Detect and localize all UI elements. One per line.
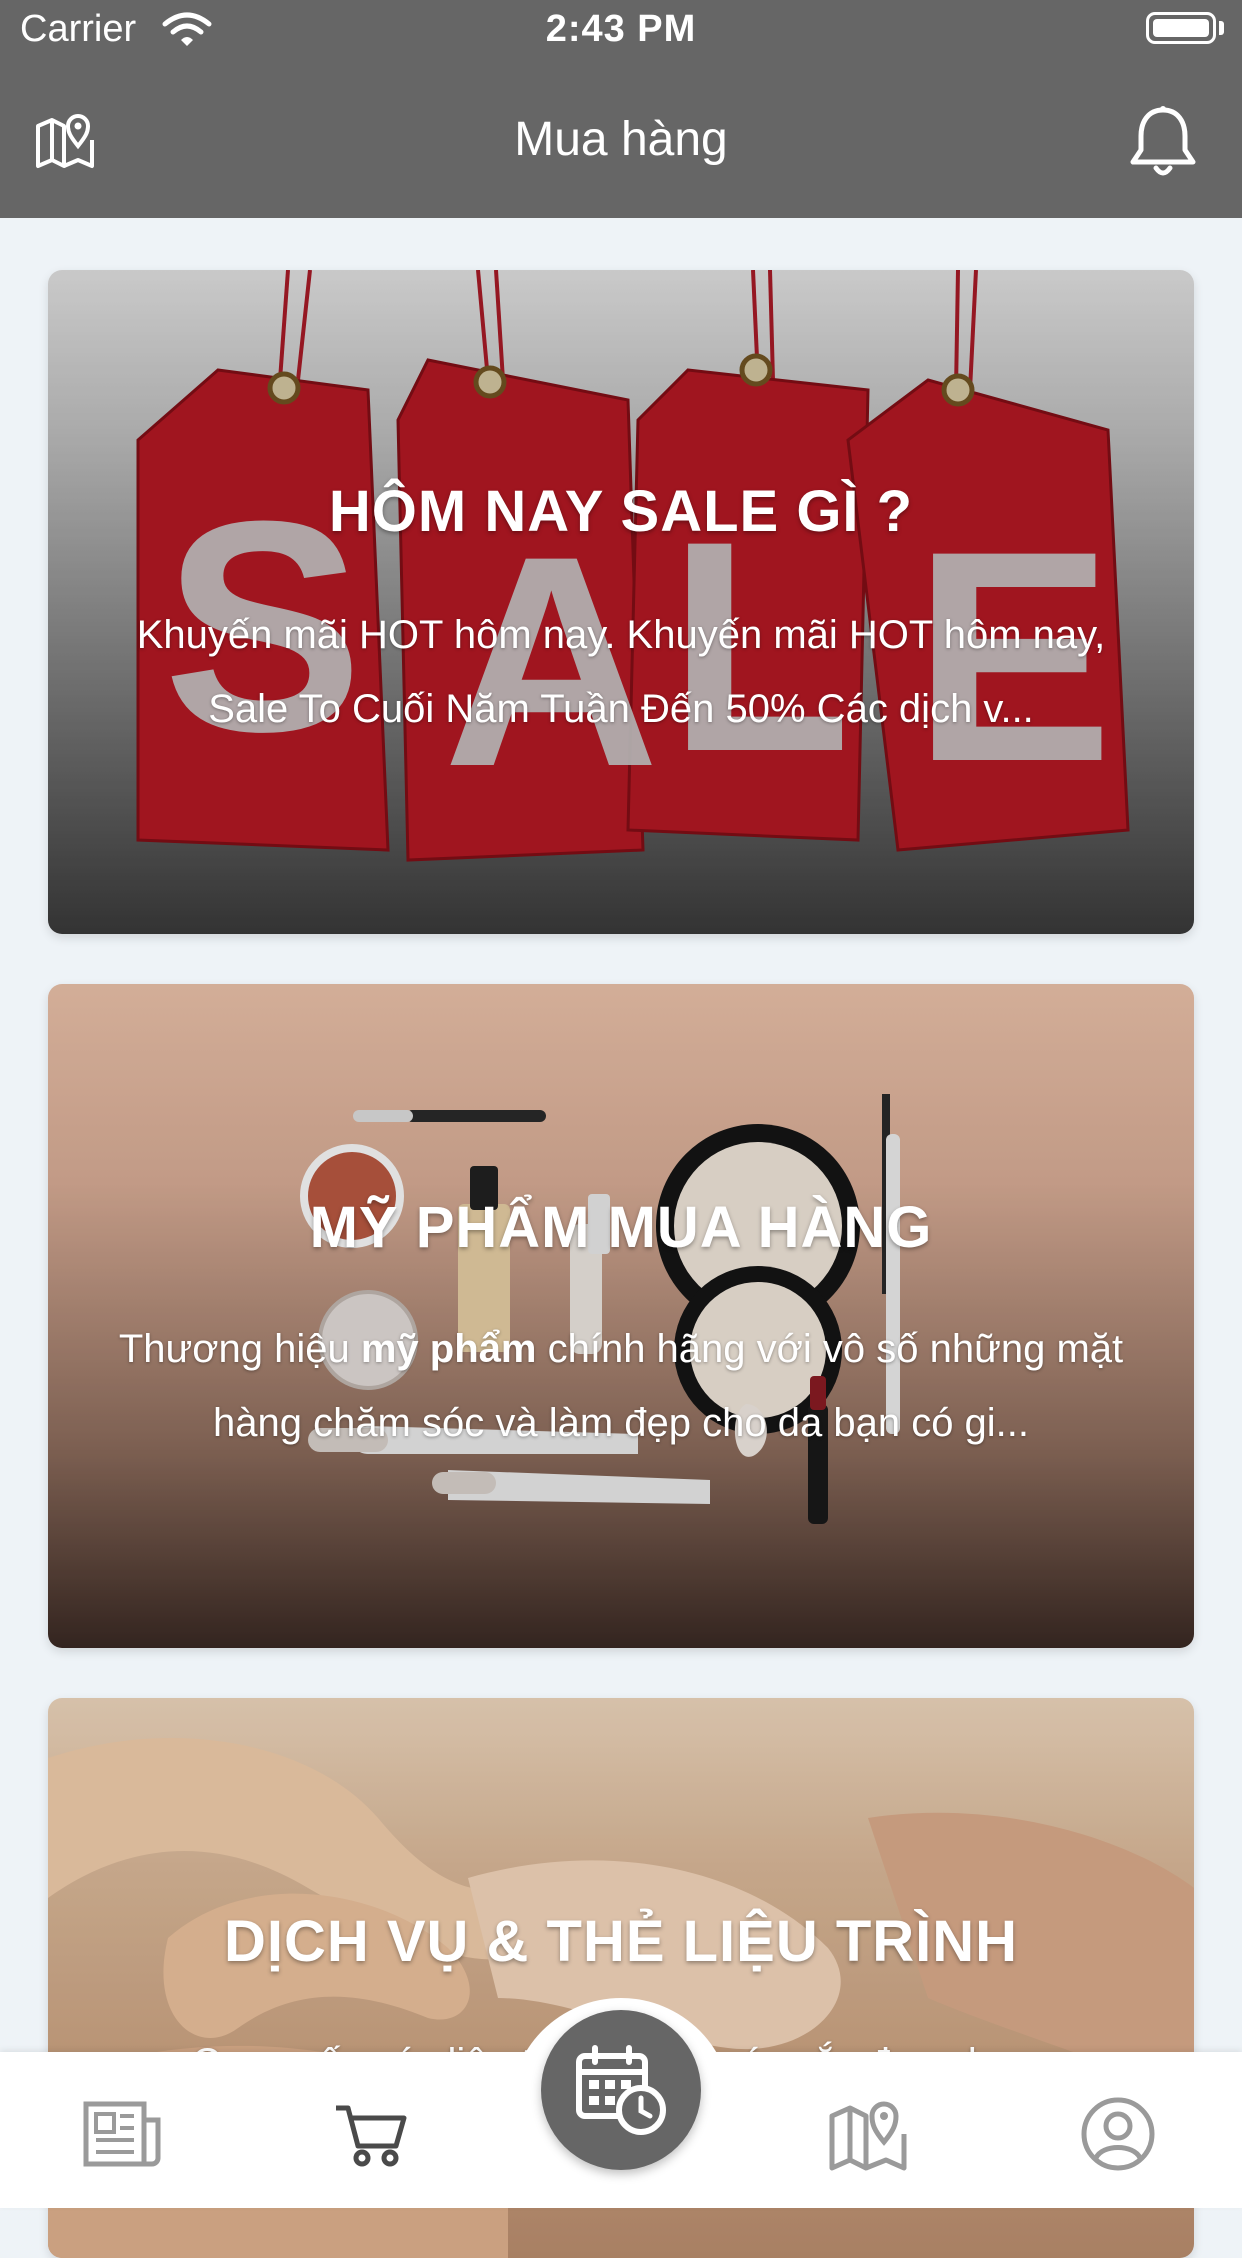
battery-tip [1219, 21, 1224, 35]
card-description: Thương hiệu mỹ phẩm chính hãng với vô số… [108, 1312, 1134, 1460]
card-title: MỸ PHẨM MUA HÀNG [309, 1195, 933, 1260]
news-icon[interactable] [82, 2094, 162, 2174]
battery-icon [1146, 12, 1216, 44]
cart-icon[interactable] [332, 2094, 412, 2174]
bell-icon[interactable] [1128, 104, 1198, 178]
calendar-clock-icon [576, 2045, 666, 2135]
map-pin-icon[interactable] [828, 2094, 908, 2174]
top-bar: Carrier 2:43 PM Mua hàng [0, 0, 1242, 218]
card-title: HÔM NAY SALE GÌ ? [328, 479, 914, 544]
desc-bold: mỹ phẩm [360, 1327, 537, 1371]
card-description: Khuyến mãi HOT hôm nay. Khuyến mãi HOT h… [136, 613, 1106, 731]
desc-part: Thương hiệu [118, 1327, 361, 1371]
user-icon[interactable] [1078, 2094, 1158, 2174]
card-title: DỊCH VỤ & THẺ LIỆU TRÌNH [223, 1909, 1019, 1974]
cosmetics-card[interactable]: MỸ PHẨM MUA HÀNG Thương hiệu mỹ phẩm chí… [48, 984, 1194, 1648]
status-time: 2:43 PM [545, 8, 697, 50]
status-bar: Carrier 2:43 PM [0, 0, 1242, 60]
page-title: Mua hàng [514, 113, 728, 166]
booking-fab-button[interactable] [541, 2010, 701, 2170]
sale-card[interactable]: S A L E HÔM NAY SALE GÌ ? Khuyến mãi HOT… [48, 270, 1194, 934]
